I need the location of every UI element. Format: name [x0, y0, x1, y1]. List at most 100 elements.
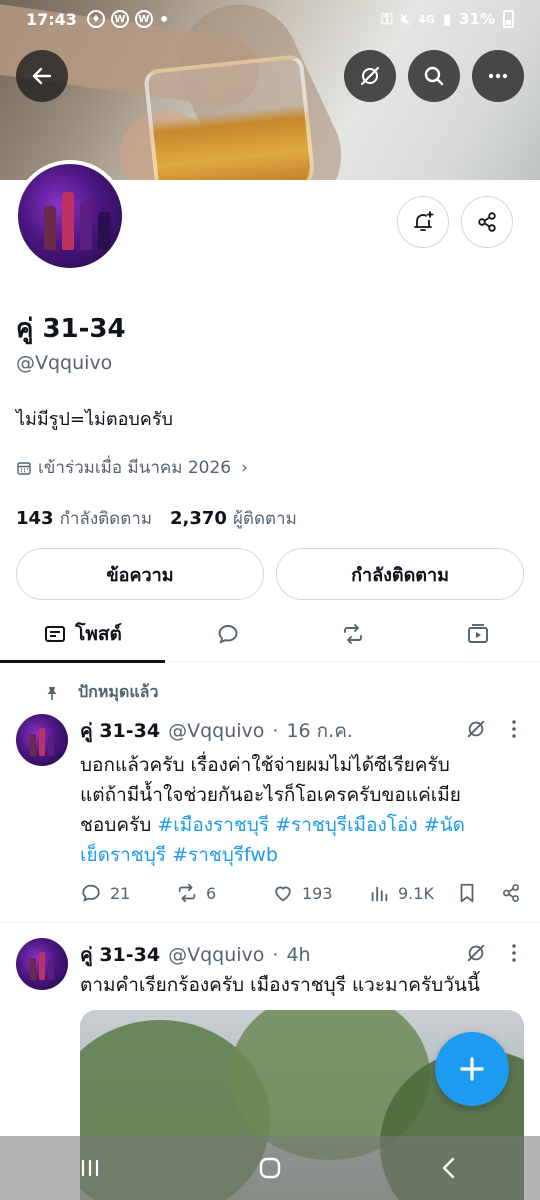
views-chart-icon	[371, 886, 388, 902]
status-bar: 17:43 ♦ W W • ⚿ 🔇︎ 4G ▮ 31%	[0, 0, 540, 38]
battery-icon	[503, 10, 514, 28]
tab-media[interactable]	[450, 606, 506, 662]
reply-button[interactable]: 21	[80, 882, 130, 904]
app-w2-icon: W	[134, 10, 153, 28]
share-icon	[478, 212, 496, 232]
hashtag-link[interactable]: #ราชบุรีfwb	[172, 844, 278, 866]
reply-icon	[218, 625, 238, 644]
back-icon[interactable]	[436, 1154, 464, 1182]
profile-avatar[interactable]	[14, 160, 126, 272]
network-label: 4G	[418, 12, 435, 26]
calendar-icon	[17, 461, 31, 475]
bookmark-icon	[460, 883, 474, 903]
tweet-author-handle[interactable]: @Vqquivo	[168, 720, 264, 742]
tweet-author-name[interactable]: คู่ 31-34	[80, 716, 160, 746]
share-button[interactable]	[500, 882, 522, 904]
tweet-avatar[interactable]	[16, 714, 68, 766]
tweet-text-line: บอกแล้วครับ เรื่องค่าใช้จ่ายผมไม่ได้ซีเร…	[80, 754, 450, 776]
joined-text: เข้าร่วมเมื่อ มีนาคม 2026	[38, 458, 232, 478]
search-icon	[424, 66, 444, 86]
tab-posts[interactable]: โพสต์	[0, 606, 165, 663]
share-profile-button[interactable]	[461, 196, 513, 248]
following-label[interactable]: กำลังติดตาม	[60, 505, 152, 532]
like-button[interactable]: 193	[272, 882, 333, 904]
plus-icon	[460, 1057, 484, 1081]
arrow-left-icon	[32, 67, 52, 85]
more-horizontal-icon	[488, 73, 508, 79]
compose-post-button[interactable]	[435, 1032, 509, 1106]
repost-icon	[178, 883, 196, 903]
profile-name: คู่ 31-34	[16, 314, 126, 344]
tweet-header: คู่ 31-34 @Vqquivo · 16 ก.ค.	[80, 716, 353, 746]
pinned-indicator: ปักหมุดแล้ว	[44, 680, 158, 705]
home-icon[interactable]	[256, 1154, 284, 1182]
followers-label[interactable]: ผู้ติดตาม	[233, 505, 297, 532]
battery-percent: 31%	[459, 10, 495, 28]
status-time: 17:43	[26, 9, 77, 29]
grok-icon[interactable]	[465, 718, 487, 740]
hashtag-link[interactable]: เย็ดราชบุรี	[80, 844, 166, 866]
grok-icon[interactable]	[465, 942, 487, 964]
more-vertical-icon[interactable]	[504, 719, 524, 739]
view-count: 9.1K	[398, 883, 434, 903]
tweet-author-name[interactable]: คู่ 31-34	[80, 940, 160, 970]
bookmark-button[interactable]	[456, 882, 478, 904]
reply-count: 21	[110, 883, 131, 903]
grok-button[interactable]	[344, 50, 396, 102]
pin-icon	[47, 686, 57, 700]
recent-apps-icon[interactable]	[76, 1154, 104, 1182]
tweet-text: ตามคำเรียกร้องครับ เมืองราชบุรี แวะมาครั…	[80, 974, 480, 996]
tab-posts-label: โพสต์	[75, 623, 122, 645]
notifications-subscribe-button[interactable]	[397, 196, 449, 248]
repost-button[interactable]: 6	[176, 882, 216, 904]
follow-counts: 143 กำลังติดตาม 2,370 ผู้ติดตาม	[16, 505, 297, 532]
fire-icon: ♦	[86, 10, 105, 28]
followers-count[interactable]: 2,370	[170, 508, 227, 529]
following-count[interactable]: 143	[16, 508, 54, 529]
tweet-actions: 21 6 193 9.1K	[80, 882, 524, 912]
joined-date[interactable]: เข้าร่วมเมื่อ มีนาคม 2026 ›	[16, 454, 248, 481]
hashtag-link[interactable]: #ราชบุรีเมืองโอ่ง	[275, 814, 418, 836]
tweet-avatar[interactable]	[16, 938, 68, 990]
mute-icon: 🔇︎	[400, 10, 411, 28]
repost-count: 6	[206, 883, 217, 903]
bell-plus-icon	[414, 211, 434, 231]
key-icon: ⚿	[381, 10, 393, 28]
profile-handle: @Vqquivo	[16, 352, 113, 374]
tab-replies[interactable]	[200, 606, 256, 662]
tweet-header: คู่ 31-34 @Vqquivo · 4h	[80, 940, 311, 970]
hashtag-link[interactable]: #เมืองราชบุรี	[157, 814, 269, 836]
tweet-time[interactable]: 4h	[286, 944, 310, 966]
dot-icon: •	[158, 9, 170, 29]
pinned-label: ปักหมุดแล้ว	[78, 682, 159, 701]
tweet-author-handle[interactable]: @Vqquivo	[168, 944, 264, 966]
message-button[interactable]: ข้อความ	[16, 548, 264, 600]
views-button[interactable]: 9.1K	[368, 882, 434, 904]
profile-bio: ไม่มีรูป=ไม่ตอบครับ	[16, 409, 173, 430]
app-w-icon: W	[110, 10, 129, 28]
signal-icon: ▮	[442, 10, 452, 28]
tweet-text-line: แต่ถ้ามีน้ำใจช่วยกันอะไรก็โอเครครับขอแค่…	[80, 784, 461, 806]
back-button[interactable]	[16, 50, 68, 102]
grok-icon	[360, 66, 380, 86]
like-count: 193	[302, 883, 333, 903]
tweet-divider	[0, 922, 540, 923]
tab-reposts[interactable]	[325, 606, 381, 662]
following-button[interactable]: กำลังติดตาม	[276, 548, 524, 600]
hashtag-link[interactable]: #นัด	[424, 814, 465, 836]
heart-icon	[275, 886, 291, 902]
search-button[interactable]	[408, 50, 460, 102]
profile-tabs: โพสต์	[0, 606, 540, 663]
reply-icon	[82, 884, 100, 902]
tweet-text-line: เย็ดราชบุรี #ราชบุรีfwb	[80, 840, 520, 870]
media-icon	[468, 624, 488, 643]
chevron-right-icon: ›	[241, 457, 248, 478]
more-button[interactable]	[472, 50, 524, 102]
tweet-time[interactable]: 16 ก.ค.	[286, 716, 353, 746]
tweet-text-line: ชอบครับ #เมืองราชบุรี #ราชบุรีเมืองโอ่ง …	[80, 814, 465, 836]
repost-icon	[344, 624, 362, 644]
share-icon	[503, 884, 519, 902]
posts-icon	[45, 626, 66, 642]
system-navigation-bar	[0, 1136, 540, 1200]
more-vertical-icon[interactable]	[504, 943, 524, 963]
